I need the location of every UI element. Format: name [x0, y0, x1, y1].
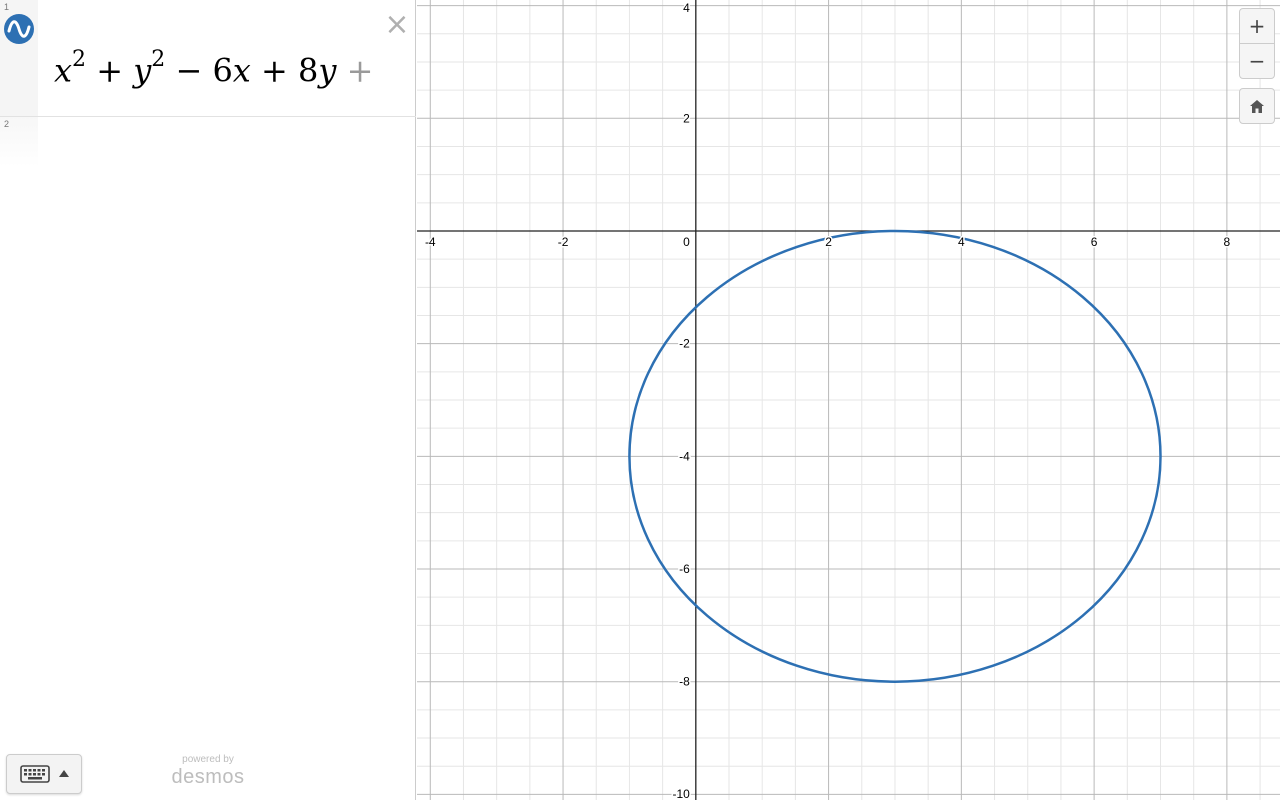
keyboard-icon	[20, 765, 50, 783]
x-tick-label: -4	[425, 235, 436, 249]
home-icon	[1250, 100, 1264, 113]
y-tick-label: -10	[672, 787, 690, 800]
y-tick-label: -4	[679, 449, 690, 463]
delete-expression-button[interactable]: ×	[384, 10, 410, 40]
expression-math-input[interactable]: x2 + y2 − 6x + 8y + 9	[54, 34, 382, 94]
powered-by-label: powered by	[182, 754, 234, 765]
default-viewport-button[interactable]	[1239, 88, 1275, 124]
expression-row-2[interactable]: 2	[0, 117, 416, 167]
zoom-out-button[interactable]: −	[1239, 43, 1275, 79]
expression-number: 2	[4, 119, 10, 129]
math-token: y	[133, 51, 152, 90]
caret-up-icon	[59, 770, 69, 777]
y-tick-label: -2	[679, 337, 690, 351]
expression-gutter: 2	[0, 117, 38, 167]
x-tick-label: 8	[1224, 235, 1231, 249]
graph-canvas[interactable]: -4 -2 0 2 4 6 8 4 2 -2 -4 -6 -8 -10	[417, 0, 1280, 800]
x-tick-label: 2	[825, 235, 832, 249]
zoom-in-button[interactable]: +	[1239, 8, 1275, 44]
math-token: y	[318, 51, 337, 90]
desmos-logo: desmos	[171, 766, 245, 788]
y-tick-label: -8	[679, 675, 690, 689]
powered-by-desmos[interactable]: powered by desmos	[165, 754, 251, 788]
x-tick-label: -2	[558, 235, 569, 249]
graph-paper[interactable]: -4 -2 0 2 4 6 8 4 2 -2 -4 -6 -8 -10	[417, 0, 1280, 800]
math-token: x	[232, 51, 251, 90]
exponent: 2	[72, 47, 87, 72]
graph-color-icon[interactable]	[4, 14, 34, 44]
math-token: +	[86, 51, 134, 90]
y-tick-label: 4	[683, 1, 690, 15]
expression-list: 1 x2 + y2 − 6x + 8y + 9 × 2 powered by d…	[0, 0, 416, 800]
math-token: x	[54, 51, 73, 90]
expression-row-1[interactable]: 1 x2 + y2 − 6x + 8y + 9 ×	[0, 0, 416, 117]
x-tick-label: 6	[1091, 235, 1098, 249]
x-tick-label: 0	[683, 235, 690, 249]
keyboard-toggle-button[interactable]	[6, 754, 82, 794]
exponent: 2	[151, 47, 166, 72]
math-token: − 6	[165, 51, 233, 90]
expression-gutter: 1	[0, 0, 38, 116]
x-tick-label: 4	[958, 235, 965, 249]
math-token: + 9	[346, 51, 382, 90]
math-token: + 8	[250, 51, 319, 90]
y-tick-label: -6	[679, 562, 690, 576]
expression-number: 1	[4, 2, 10, 12]
y-tick-label: 2	[683, 111, 690, 125]
